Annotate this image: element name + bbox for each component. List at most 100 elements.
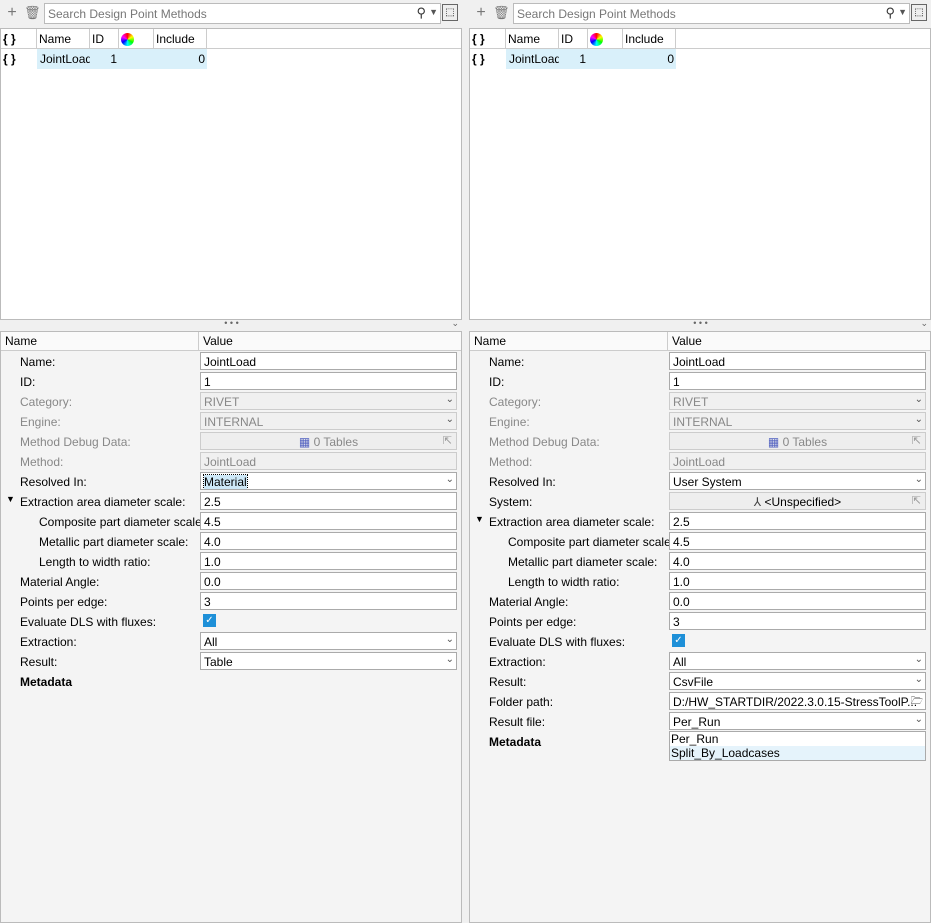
dropdown-option-split-by-loadcases[interactable]: Split_By_Loadcases [670,746,925,760]
property-row-id: ID: 1 [470,371,930,391]
checkbox-evaluate-dls-with-fluxes[interactable]: ✓ [203,614,216,627]
button-system[interactable]: ⅄ <Unspecified> ⇱ [669,492,926,510]
splitter[interactable]: • • • ⌄ [0,319,463,331]
column-header-include[interactable]: Include [154,29,207,48]
chevron-down-icon[interactable]: ⌄ [915,654,923,665]
delete-button[interactable]: 🗑 [24,5,41,21]
methods-table: { } Name ID Include{ } JointLoad 1 0 [0,28,462,320]
table-header: { } Name ID Include [470,29,930,49]
value-text: INTERNAL [673,415,733,429]
value-text: 3 [204,595,211,609]
chevron-down-icon[interactable]: ⌄ [446,634,454,645]
input-metallic-part-diameter-scale[interactable]: 4.0 [200,532,457,550]
select-result-file[interactable]: Per_Run ⌄ [669,712,926,730]
table-row[interactable]: { } JointLoad 1 0 [470,49,930,69]
select-extraction[interactable]: All ⌄ [669,652,926,670]
select-result[interactable]: CsvFile ⌄ [669,672,926,690]
property-row-material-angle: Material Angle: 0.0 [470,591,930,611]
select-resolved-in[interactable]: User System ⌄ [669,472,926,490]
input-length-to-width-ratio[interactable]: 1.0 [200,552,457,570]
table-row[interactable]: { } JointLoad 1 0 [1,49,461,69]
chevron-down-icon[interactable]: ▼ [429,7,438,17]
input-composite-part-diameter-scale[interactable]: 4.5 [200,512,457,530]
input-extraction-area-diameter-scale[interactable]: 2.5 [669,512,926,530]
input-id[interactable]: 1 [200,372,457,390]
row-name: JointLoad [37,49,92,69]
input-material-angle[interactable]: 0.0 [200,572,457,590]
column-header-name[interactable]: Name [37,29,90,48]
input-composite-part-diameter-scale[interactable]: 4.5 [669,532,926,550]
chevron-down-icon[interactable]: ⌄ [446,654,454,665]
input-folder-path[interactable]: D:/HW_STARTDIR/2022.3.0.15-StressToolP..… [669,692,926,710]
row-include: 0 [623,49,676,69]
select-extraction[interactable]: All ⌄ [200,632,457,650]
search-icon[interactable]: ⚲ [885,5,895,21]
input-length-to-width-ratio[interactable]: 1.0 [669,572,926,590]
button-method-debug-data: ▦ 0 Tables ⇱ [200,432,457,450]
folder-open-icon[interactable]: 🗁 [911,694,923,709]
color-column-header[interactable] [119,29,154,48]
expand-triangle-icon[interactable]: ▼ [475,514,484,524]
expand-triangle-icon[interactable]: ▼ [6,494,15,504]
toolbar: + 🗑 Search Design Point Methods ⚲ ▼ ⬚ [469,0,931,28]
axis-system-icon: ⅄ [753,495,765,509]
input-material-angle[interactable]: 0.0 [669,592,926,610]
property-label: Result: [489,675,527,689]
toolbar: + 🗑 Search Design Point Methods ⚲ ▼ ⬚ [0,0,463,28]
column-header-braces[interactable]: { } [1,29,37,48]
color-wheel-icon [590,33,603,46]
value-text: User System [673,475,742,489]
column-header-id[interactable]: ID [559,29,588,48]
column-header-id[interactable]: ID [90,29,119,48]
splitter[interactable]: • • • ⌄ [469,319,931,331]
property-label: Evaluate DLS with fluxes: [489,635,626,649]
chevron-down-icon[interactable]: ▼ [898,7,907,17]
right-panel: + 🗑 Search Design Point Methods ⚲ ▼ ⬚ { … [469,0,931,923]
property-row-composite-part-diameter-scale: Composite part diameter scale: 4.5 [1,511,461,531]
input-name[interactable]: JointLoad [669,352,926,370]
pick-icon[interactable]: ⬚ [911,4,927,21]
input-points-per-edge[interactable]: 3 [200,592,457,610]
property-label: Name: [489,355,525,369]
color-column-header[interactable] [588,29,623,48]
search-input[interactable] [45,4,405,23]
value-text: JointLoad [204,355,257,369]
row-id: 1 [90,49,119,69]
property-row-length-to-width-ratio: Length to width ratio: 1.0 [470,571,930,591]
collapse-icon[interactable]: ⌄ [920,319,928,328]
search-icon[interactable]: ⚲ [416,5,426,21]
add-button[interactable]: + [473,5,489,21]
chevron-down-icon[interactable]: ⌄ [915,714,923,725]
input-name[interactable]: JointLoad [200,352,457,370]
pick-icon[interactable]: ⬚ [442,4,458,21]
value-text: 1.0 [673,575,690,589]
table-icon: ▦ [767,435,783,449]
chevron-down-icon[interactable]: ⌄ [446,474,454,485]
column-header-name[interactable]: Name [506,29,559,48]
checkbox-evaluate-dls-with-fluxes[interactable]: ✓ [672,634,685,647]
column-header-include[interactable]: Include [623,29,676,48]
property-label: System: [489,495,533,509]
add-button[interactable]: + [4,5,20,21]
dropdown-option-per-run[interactable]: Per_Run [670,732,925,746]
value-text: 4.5 [673,535,690,549]
input-points-per-edge[interactable]: 3 [669,612,926,630]
value-text: All [204,635,218,649]
input-metallic-part-diameter-scale[interactable]: 4.0 [669,552,926,570]
select-category: RIVET ⌄ [669,392,926,410]
dropdown-list: Per_Run Split_By_Loadcases [669,731,926,761]
cursor-pick-icon[interactable]: ⇱ [912,494,921,507]
chevron-down-icon[interactable]: ⌄ [915,674,923,685]
search-input[interactable] [514,4,874,23]
input-id[interactable]: 1 [669,372,926,390]
property-label: Method: [489,455,533,469]
property-label: Length to width ratio: [508,575,620,589]
select-result[interactable]: Table ⌄ [200,652,457,670]
input-extraction-area-diameter-scale[interactable]: 2.5 [200,492,457,510]
delete-button[interactable]: 🗑 [493,5,510,21]
value-text: 0.0 [673,595,690,609]
column-header-braces[interactable]: { } [470,29,506,48]
select-resolved-in[interactable]: Material ⌄ [200,472,457,490]
chevron-down-icon[interactable]: ⌄ [915,474,923,485]
collapse-icon[interactable]: ⌄ [451,319,459,328]
